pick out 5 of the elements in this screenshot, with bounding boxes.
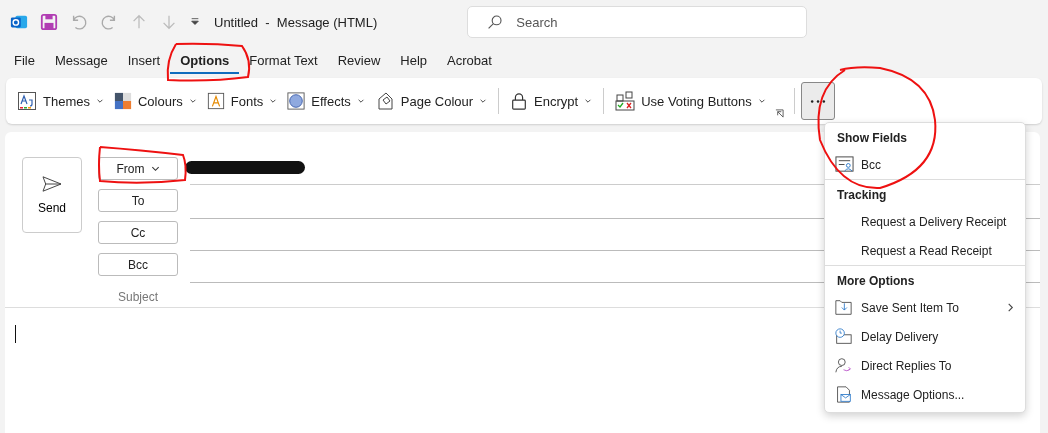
window-title: Untitled - Message (HTML) <box>214 14 378 30</box>
menu-heading: Tracking <box>836 187 888 204</box>
subject-label: Subject <box>117 289 159 304</box>
menu-heading: Show Fields <box>836 130 908 147</box>
menu-heading: More Options <box>836 273 916 290</box>
